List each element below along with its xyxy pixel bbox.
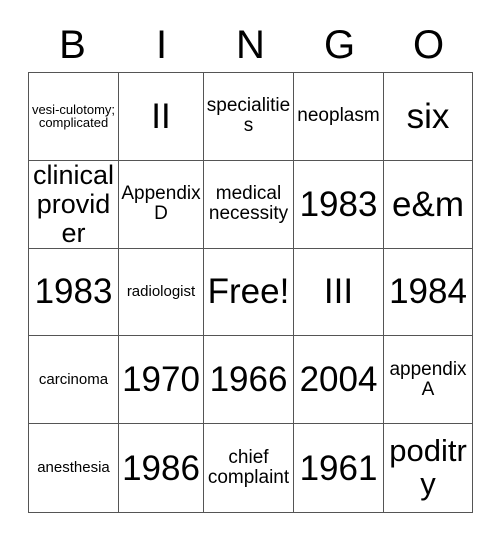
bingo-cell-r4c4[interactable]: 2004 [294, 336, 384, 425]
bingo-header-letter-n: N [236, 23, 265, 67]
bingo-cell-r4c2[interactable]: 1970 [119, 336, 204, 425]
bingo-cell-r1c3[interactable]: specialities [204, 73, 294, 161]
bingo-card: B I N G O vesi-culotomy; complicated II … [0, 0, 500, 544]
bingo-cell-label: vesi-culotomy; complicated [31, 101, 116, 131]
bingo-grid: vesi-culotomy; complicated II specialiti… [28, 72, 473, 513]
bingo-cell-r2c2[interactable]: Appendix D [119, 160, 204, 249]
bingo-cell-free-space[interactable]: Free! [204, 248, 294, 337]
bingo-cell-label: specialities [206, 95, 291, 137]
bingo-cell-label: 1983 [34, 272, 113, 312]
bingo-cell-r5c1[interactable]: anesthesia [29, 424, 119, 512]
bingo-cell-r4c3[interactable]: 1966 [204, 336, 294, 425]
bingo-cell-r5c4[interactable]: 1961 [294, 424, 384, 512]
bingo-cell-label: clinical provider [32, 160, 115, 248]
bingo-cell-r4c5[interactable]: appendix A [384, 336, 472, 425]
bingo-cell-r3c1[interactable]: 1983 [29, 248, 119, 337]
bingo-cell-r5c5[interactable]: poditry [384, 424, 472, 512]
bingo-cell-label: neoplasm [297, 105, 380, 127]
bingo-cell-r2c3[interactable]: medical necessity [204, 160, 294, 249]
bingo-cell-r5c2[interactable]: 1986 [119, 424, 204, 512]
bingo-cell-label: medical necessity [208, 183, 289, 225]
bingo-cell-r2c4[interactable]: 1983 [294, 160, 384, 249]
bingo-cell-label: 1966 [209, 360, 288, 400]
bingo-cell-r2c1[interactable]: clinical provider [29, 160, 119, 249]
bingo-cell-label: 1983 [299, 184, 378, 224]
bingo-header-letter-o: O [412, 23, 445, 67]
bingo-cell-label: 1970 [122, 360, 200, 400]
bingo-cell-label: Appendix D [121, 183, 201, 225]
bingo-cell-label: e&m [392, 184, 464, 224]
bingo-cell-r1c1[interactable]: vesi-culotomy; complicated [29, 73, 119, 161]
bingo-cell-r1c4[interactable]: neoplasm [294, 73, 384, 161]
bingo-cell-r1c2[interactable]: II [119, 73, 204, 161]
bingo-cell-r1c5[interactable]: six [384, 73, 472, 161]
bingo-cell-label: III [323, 272, 354, 312]
bingo-cell-label: appendix A [389, 358, 467, 400]
bingo-cell-label: 1984 [389, 272, 467, 312]
bingo-cell-label: chief complaint [207, 446, 290, 489]
bingo-cell-r2c5[interactable]: e&m [384, 160, 472, 249]
bingo-cell-label: II [151, 96, 171, 136]
bingo-cell-label: six [406, 96, 450, 136]
bingo-cell-label: 2004 [299, 360, 378, 400]
bingo-header-letter-g: G [323, 23, 356, 67]
bingo-cell-label: anesthesia [37, 459, 110, 477]
bingo-cell-label: carcinoma [38, 370, 109, 388]
bingo-cell-label: 1986 [122, 448, 200, 488]
bingo-cell-r3c4[interactable]: III [294, 248, 384, 337]
bingo-cell-r5c3[interactable]: chief complaint [204, 424, 294, 512]
bingo-header-letter-i: I [155, 23, 168, 67]
bingo-cell-label: 1961 [299, 448, 378, 488]
bingo-cell-label: poditry [389, 433, 467, 502]
bingo-cell-r4c1[interactable]: carcinoma [29, 336, 119, 425]
bingo-cell-r3c2[interactable]: radiologist [119, 248, 204, 337]
bingo-header-letter-b: B [59, 23, 86, 67]
bingo-header-row: B I N G O [28, 18, 473, 72]
bingo-cell-r3c5[interactable]: 1984 [384, 248, 472, 337]
bingo-free-space-label: Free! [207, 272, 290, 312]
bingo-cell-label: radiologist [126, 283, 196, 301]
